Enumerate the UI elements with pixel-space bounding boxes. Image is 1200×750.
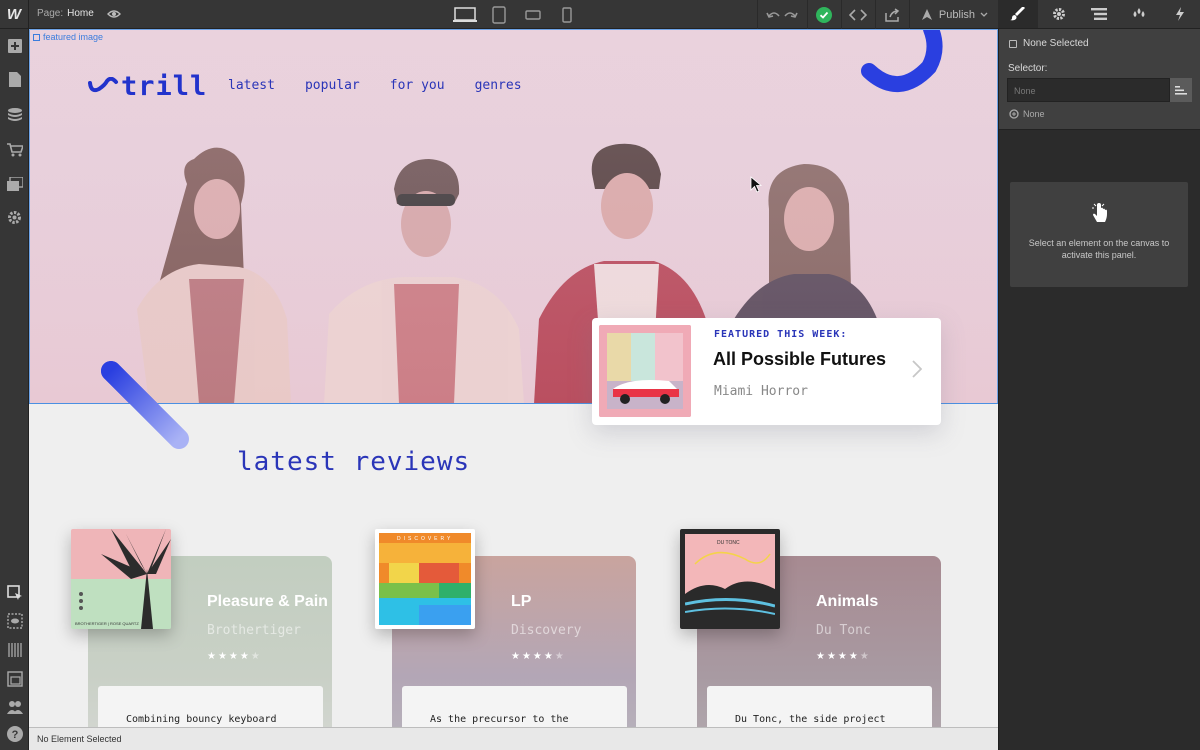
review-artist: Discovery: [511, 623, 582, 638]
review-album-art: BROTHERTIGER | ROSE QUARTZ: [71, 529, 171, 629]
review-card[interactable]: DISCOVERY LP Discovery ★★★★★ As the prec…: [375, 529, 636, 727]
review-title: Pleasure & Pain: [207, 593, 328, 610]
ecommerce-cart-icon[interactable]: [0, 135, 29, 165]
review-art-caption: DU TONC: [717, 540, 740, 546]
featured-card[interactable]: FEATURED THIS WEEK: All Possible Futures…: [592, 318, 941, 425]
review-excerpt: Du Tonc, the side project: [707, 686, 932, 727]
review-card[interactable]: DU TONC Animals Du Tonc ★★★★★ Du Tonc, t…: [680, 529, 941, 727]
style-brush-icon[interactable]: [998, 0, 1039, 28]
check-status-icon[interactable]: [806, 0, 841, 29]
swatches-drops-icon[interactable]: [1119, 0, 1159, 28]
rating-stars: ★★★★★: [816, 651, 871, 662]
settings-gear-icon[interactable]: [1038, 0, 1078, 28]
add-panel-icon[interactable]: [0, 31, 29, 61]
code-icon[interactable]: [840, 0, 875, 29]
desktop-icon[interactable]: [448, 0, 482, 29]
assets-images-icon[interactable]: [0, 169, 29, 199]
panel-tabs: [998, 0, 1200, 29]
review-artist: Brothertiger: [207, 623, 301, 638]
page-name: Home: [67, 8, 94, 19]
review-title: Animals: [816, 593, 879, 610]
design-canvas[interactable]: trill latest popular for you genres feat…: [29, 29, 998, 727]
none-selected-toggle[interactable]: None Selected: [1009, 38, 1089, 49]
svg-text:?: ?: [11, 729, 18, 741]
device-switcher: [448, 0, 584, 29]
users-icon[interactable]: [0, 692, 29, 722]
hint-text: Select an element on the canvas to activ…: [1028, 238, 1170, 260]
review-title: LP: [511, 593, 532, 610]
publish-button[interactable]: Publish: [908, 0, 998, 29]
status-bar: No Element Selected: [29, 727, 998, 750]
chevron-down-icon: [980, 12, 988, 17]
review-excerpt: Combining bouncy keyboard: [98, 686, 323, 727]
selector-label: Selector:: [1008, 63, 1048, 74]
chevron-right-icon[interactable]: [912, 360, 923, 383]
review-artist: Du Tonc: [816, 623, 871, 638]
state-icon: [1009, 109, 1019, 119]
left-toolbar: ?: [0, 29, 29, 750]
navigator-icon[interactable]: [1079, 0, 1119, 28]
review-album-art: DISCOVERY: [375, 529, 475, 629]
x-ray-icon[interactable]: [0, 664, 29, 694]
undo-redo[interactable]: [756, 0, 807, 29]
pages-icon[interactable]: [0, 64, 29, 94]
rating-stars: ★★★★★: [511, 651, 566, 662]
export-icon[interactable]: [874, 0, 909, 29]
review-art-caption: BROTHERTIGER | ROSE QUARTZ: [75, 621, 139, 626]
interactions-bolt-icon[interactable]: [1160, 0, 1200, 28]
selector-section: None Selected Selector: None None: [999, 29, 1200, 130]
page-prefix: Page:: [37, 8, 64, 19]
preview-eye-icon[interactable]: [107, 7, 121, 26]
empty-panel-hint: Select an element on the canvas to activ…: [1010, 182, 1188, 287]
mobile-portrait-icon[interactable]: [550, 0, 584, 29]
pointer-hand-icon: [1010, 202, 1188, 229]
featured-album-art: [599, 325, 691, 417]
state-label: None: [1023, 109, 1045, 119]
selector-menu-icon[interactable]: [1170, 78, 1192, 102]
webflow-logo[interactable]: W: [0, 0, 29, 29]
state-selector[interactable]: None: [1009, 109, 1045, 119]
cms-database-icon[interactable]: [0, 100, 29, 130]
publish-label: Publish: [938, 8, 975, 21]
checkbox-icon: [1009, 39, 1017, 48]
featured-label: FEATURED THIS WEEK:: [714, 329, 848, 340]
webflow-designer: W Page: Home Publish ? trill latest popu…: [0, 0, 1200, 750]
none-selected-label: None Selected: [1023, 38, 1089, 49]
settings-gear-icon[interactable]: [0, 202, 29, 232]
select-element-icon[interactable]: [0, 578, 29, 608]
page-switcher[interactable]: Page: Home: [37, 8, 94, 19]
review-excerpt: As the precursor to the: [402, 686, 627, 727]
rating-stars: ★★★★★: [207, 651, 262, 662]
top-actions: Publish: [756, 0, 998, 29]
guides-grid-icon[interactable]: [0, 635, 29, 665]
mobile-landscape-icon[interactable]: [516, 0, 550, 29]
selector-input[interactable]: None: [1007, 78, 1170, 102]
preview-mode-icon[interactable]: [0, 606, 29, 636]
tablet-icon[interactable]: [482, 0, 516, 29]
review-art-caption: DISCOVERY: [397, 536, 454, 542]
featured-title: All Possible Futures: [713, 349, 887, 369]
rocket-icon: [921, 8, 932, 20]
featured-artist: Miami Horror: [714, 384, 808, 399]
latest-reviews-heading: latest reviews: [237, 447, 471, 477]
review-album-art: DU TONC: [680, 529, 780, 629]
review-card[interactable]: BROTHERTIGER | ROSE QUARTZ Pleasure & Pa…: [71, 529, 332, 727]
style-panel: None Selected Selector: None None Select…: [998, 29, 1200, 750]
help-icon[interactable]: ?: [0, 719, 29, 749]
